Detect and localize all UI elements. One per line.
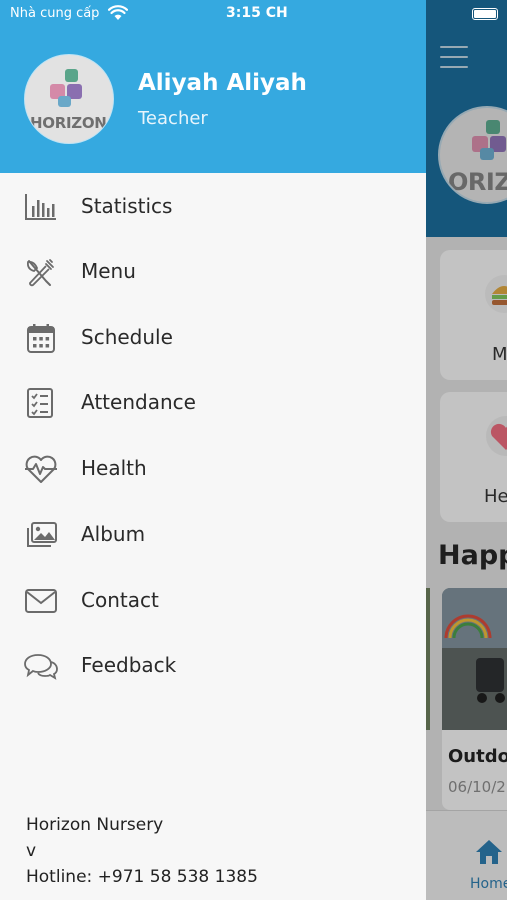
menu-item-schedule[interactable]: Schedule xyxy=(0,307,426,367)
album-icon xyxy=(27,522,57,547)
photo-illustration xyxy=(442,588,507,730)
home-icon[interactable] xyxy=(474,838,504,866)
footer-version: v xyxy=(26,841,37,861)
puzzle-logo-icon xyxy=(50,69,82,107)
background-photo-card[interactable]: Outdo 06/10/2 xyxy=(442,588,507,810)
wifi-icon xyxy=(108,5,128,20)
tab-home-label[interactable]: Home xyxy=(470,876,507,892)
carrier-name: Nhà cung cấp xyxy=(10,6,100,21)
background-photo-title: Outdo xyxy=(448,746,507,767)
menu-item-label: Feedback xyxy=(81,653,177,677)
hamburger-menu-icon[interactable] xyxy=(440,46,468,68)
status-bar: Nhà cung cấp 3:15 CH xyxy=(0,0,507,30)
status-time: 3:15 CH xyxy=(226,5,288,21)
checklist-icon xyxy=(27,388,53,418)
menu-item-label: Health xyxy=(81,456,147,480)
navigation-drawer: HORIZON Aliyah Aliyah Teacher Statistics xyxy=(0,0,426,900)
menu-item-attendance[interactable]: Attendance xyxy=(0,372,426,432)
menu-item-contact[interactable]: Contact xyxy=(0,570,426,630)
heart-icon xyxy=(486,416,507,456)
menu-item-album[interactable]: Album xyxy=(0,504,426,564)
background-photo-date: 06/10/2 xyxy=(448,778,506,796)
battery-icon xyxy=(472,8,498,20)
bar-chart-icon xyxy=(25,194,56,220)
menu-item-label: Attendance xyxy=(81,390,196,414)
user-name: Aliyah Aliyah xyxy=(138,70,307,96)
menu-item-label: Contact xyxy=(81,588,159,612)
heart-pulse-icon xyxy=(25,455,57,483)
envelope-icon xyxy=(25,589,57,613)
menu-item-label: Album xyxy=(81,522,146,546)
background-photo-edge xyxy=(426,588,430,730)
background-card-health[interactable]: He xyxy=(440,392,507,522)
puzzle-icon xyxy=(472,120,506,160)
footer-hotline[interactable]: Hotline: +971 58 538 1385 xyxy=(26,864,258,890)
background-card-menu[interactable]: M xyxy=(440,250,507,380)
menu-item-feedback[interactable]: Feedback xyxy=(0,635,426,695)
menu-item-health[interactable]: Health xyxy=(0,438,426,498)
chat-icon xyxy=(24,654,58,680)
background-section-title: Happ xyxy=(438,540,507,571)
menu-item-menu[interactable]: Menu xyxy=(0,241,426,301)
utensils-icon xyxy=(26,259,54,287)
burger-icon xyxy=(485,275,507,313)
calendar-icon xyxy=(27,324,55,353)
background-photo-image xyxy=(442,588,507,730)
background-card-health-label: He xyxy=(484,486,507,507)
background-card-menu-label: M xyxy=(492,344,507,365)
avatar[interactable]: HORIZON xyxy=(24,54,114,144)
menu-item-statistics[interactable]: Statistics xyxy=(0,176,426,236)
menu-item-label: Menu xyxy=(81,259,136,283)
menu-item-label: Statistics xyxy=(81,194,173,218)
menu-item-label: Schedule xyxy=(81,325,173,349)
user-role: Teacher xyxy=(138,108,208,129)
drawer-footer: Horizon Nursery v Hotline: +971 58 538 1… xyxy=(26,812,258,890)
avatar-logo-text: HORIZON xyxy=(30,114,107,132)
footer-school-name: Horizon Nursery xyxy=(26,815,164,835)
background-logo-text: ORIZO xyxy=(448,168,507,196)
